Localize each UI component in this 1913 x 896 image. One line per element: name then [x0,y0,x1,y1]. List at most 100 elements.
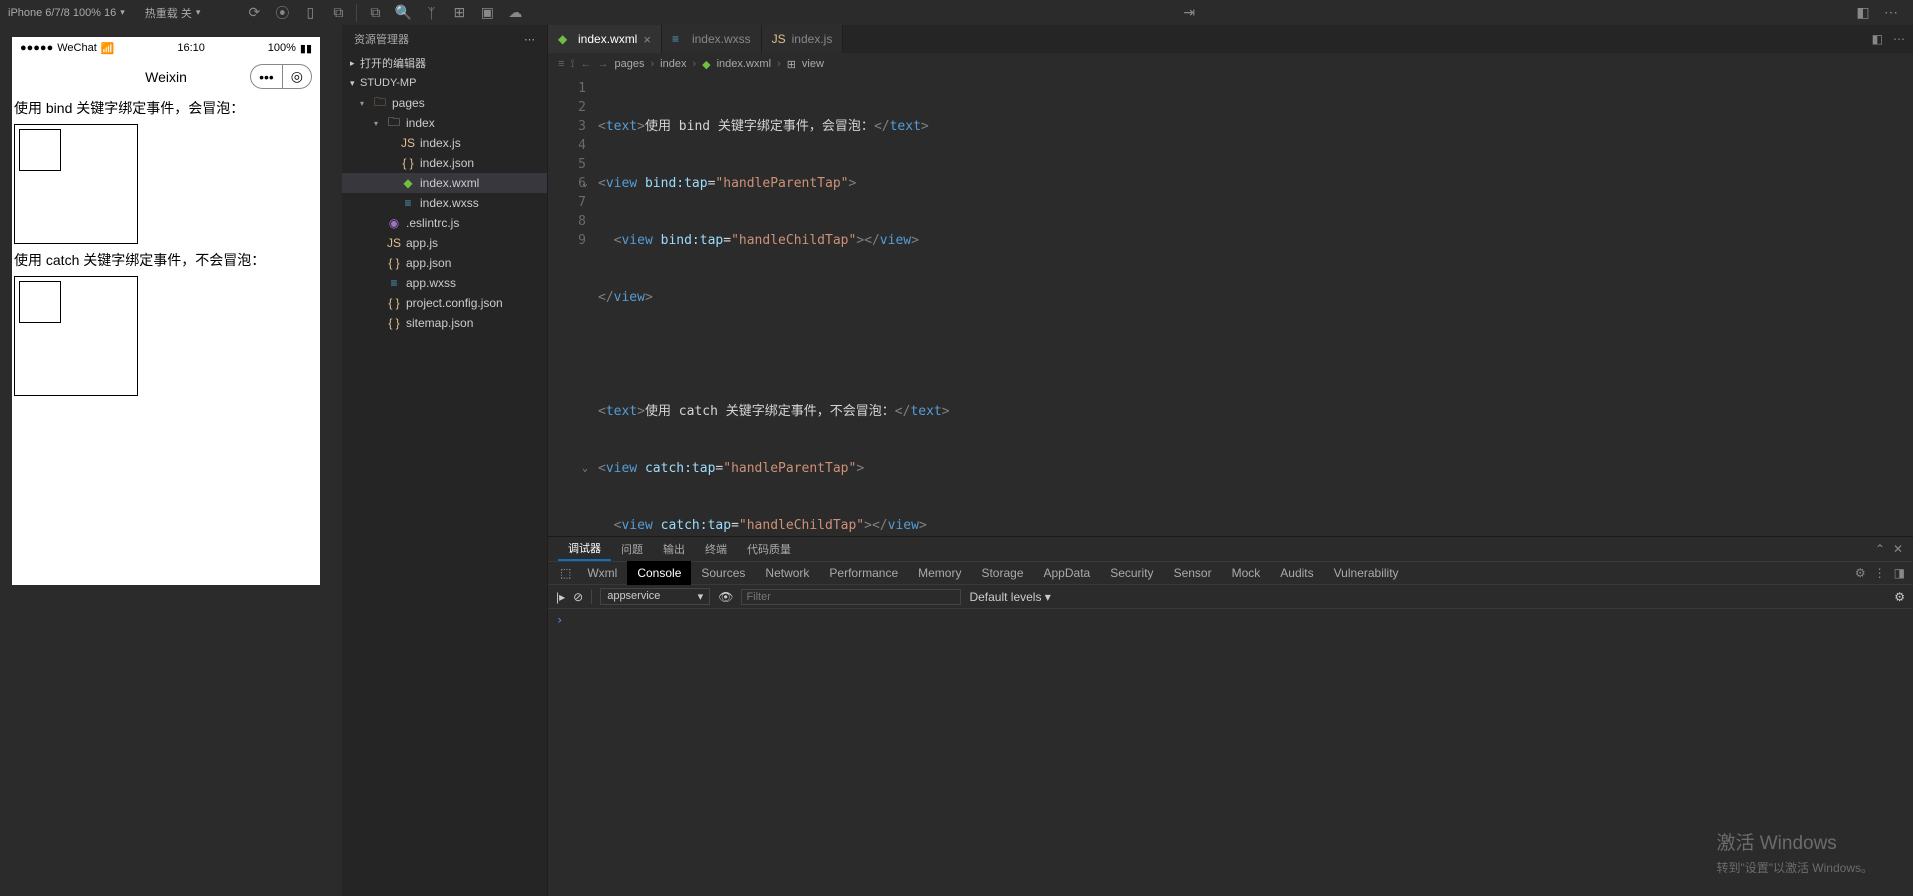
file-index-wxss[interactable]: ≡index.wxss [342,193,547,213]
file-index-json[interactable]: { }index.json [342,153,547,173]
devtab-sources[interactable]: Sources [691,561,755,585]
clear-icon[interactable]: ⊘ [573,590,583,604]
devtab-mock[interactable]: Mock [1222,561,1271,585]
close-tab-icon[interactable]: × [643,32,651,47]
more-icon[interactable]: ⋯ [524,33,535,46]
forward-icon[interactable]: → [598,58,609,70]
code[interactable]: <text>使用 bind 关键字绑定事件，会冒泡：</text> ⌄<view… [598,75,1913,536]
file-project-config[interactable]: { }project.config.json [342,293,547,313]
split-icon[interactable]: ◧ [1872,32,1883,46]
device-selector[interactable]: iPhone 6/7/8 100% 16 [8,7,116,19]
stop-icon[interactable]: ⦿ [268,2,296,24]
sim-inner-box-2[interactable] [19,281,61,323]
devtab-storage[interactable]: Storage [971,561,1033,585]
file-eslintrc[interactable]: ◉.eslintrc.js [342,213,547,233]
tk: view [621,518,652,533]
panel-tab-codequality[interactable]: 代码质量 [737,537,801,561]
tab-index-wxss[interactable]: ≡ index.wxss [662,25,762,53]
crumb-file[interactable]: index.wxml [717,58,771,70]
kebab-icon[interactable]: ⋮ [1874,566,1886,580]
panel-tab-terminal[interactable]: 终端 [695,537,737,561]
refresh-icon[interactable]: ⟳ [240,2,268,24]
devtab-memory[interactable]: Memory [908,561,971,585]
more-icon[interactable]: ⋯ [1877,2,1905,24]
device-icon[interactable]: ▯ [296,2,324,24]
devtab-appdata[interactable]: AppData [1034,561,1101,585]
git-icon[interactable]: ᛉ [417,2,445,24]
extensions-icon[interactable]: ⊞ [445,2,473,24]
panel-tab-output[interactable]: 输出 [653,537,695,561]
crumb-index[interactable]: index [660,58,686,70]
project-section[interactable]: ▾STUDY-MP [342,73,547,93]
devtab-security[interactable]: Security [1100,561,1163,585]
devtab-sensor[interactable]: Sensor [1164,561,1222,585]
devtab-wxml[interactable]: Wxml [577,561,627,585]
indent-icon[interactable]: ⇥ [1175,2,1203,24]
folder-index[interactable]: ▾🗀index [342,113,547,133]
hot-reload-toggle[interactable]: 热重载 关 [145,5,192,21]
files-icon[interactable]: ⧉ [361,2,389,24]
capsule[interactable]: ••• ◎ [250,64,312,89]
open-editors-section[interactable]: ▸打开的编辑器 [342,53,547,73]
levels-selector[interactable]: Default levels ▾ [969,590,1050,604]
devtab-network[interactable]: Network [755,561,819,585]
devtab-console[interactable]: Console [627,561,691,585]
bookmark-icon[interactable]: ⟟ [570,58,574,71]
file-app-wxss[interactable]: ≡app.wxss [342,273,547,293]
fold-icon[interactable]: ⌄ [582,174,588,193]
tab-index-js[interactable]: JS index.js [762,25,844,53]
crumb-pages[interactable]: pages [615,58,645,70]
inspect-icon[interactable]: ⬚ [554,561,577,585]
sim-inner-box-1[interactable] [19,129,61,171]
folder-pages[interactable]: ▾🗀pages [342,93,547,113]
tk: view [880,233,911,248]
ln: 3 [548,117,586,136]
editor-body[interactable]: 1 2 3 4 5 6 7 8 9 <text>使用 bind 关键字绑定事件，… [548,75,1913,536]
copy-icon[interactable]: ⧉ [324,2,352,24]
list-icon[interactable]: ≡ [558,58,564,70]
file-index-js[interactable]: JSindex.js [342,133,547,153]
folder-icon: 🗀 [372,93,388,114]
dock-icon[interactable]: ◨ [1894,566,1905,580]
file-app-js[interactable]: JSapp.js [342,233,547,253]
json-icon: { } [400,156,416,170]
close-panel-icon[interactable]: ✕ [1893,542,1903,556]
file-app-json[interactable]: { }app.json [342,253,547,273]
devtab-performance[interactable]: Performance [819,561,908,585]
console-body[interactable]: › [548,609,1913,896]
cloud-icon[interactable]: ☁ [501,2,529,24]
close-icon[interactable]: ◎ [283,65,311,88]
panel-tab-debugger[interactable]: 调试器 [558,537,611,561]
more-icon[interactable]: ⋯ [1893,32,1905,46]
panel-tabs: 调试器 问题 输出 终端 代码质量 ⌃ ✕ [548,537,1913,561]
sidebar-icon[interactable]: |▸ [556,590,565,604]
back-icon[interactable]: ← [581,58,592,70]
eye-icon[interactable]: 👁 [718,590,733,604]
file-sitemap[interactable]: { }sitemap.json [342,313,547,333]
tk: = [723,233,731,248]
sim-outer-box-2[interactable] [14,276,138,396]
signal-icon: ●●●●● [20,42,53,54]
tk: ></ [864,518,887,533]
settings-icon[interactable]: ⚙ [1894,590,1905,604]
maximize-icon[interactable]: ⌃ [1875,542,1885,556]
ln: 5 [548,155,586,174]
explorer-title: 资源管理器 [354,31,409,47]
filter-input[interactable] [741,589,961,605]
json-icon: { } [386,316,402,330]
devtab-audits[interactable]: Audits [1270,561,1323,585]
devtab-vulnerability[interactable]: Vulnerability [1324,561,1409,585]
panel-tab-problems[interactable]: 问题 [611,537,653,561]
debug-icon[interactable]: ▣ [473,2,501,24]
fold-icon[interactable]: ⌄ [582,459,588,478]
tk: bind:tap [637,176,707,191]
layout-icon[interactable]: ◧ [1849,2,1877,24]
tab-index-wxml[interactable]: ◆ index.wxml × [548,25,662,53]
search-icon[interactable]: 🔍 [389,2,417,24]
sim-outer-box-1[interactable] [14,124,138,244]
settings-icon[interactable]: ⚙ [1855,566,1866,580]
menu-icon[interactable]: ••• [251,65,283,88]
file-index-wxml[interactable]: ◆index.wxml [342,173,547,193]
crumb-symbol[interactable]: view [802,58,824,70]
context-selector[interactable]: appservice▾ [600,588,710,605]
